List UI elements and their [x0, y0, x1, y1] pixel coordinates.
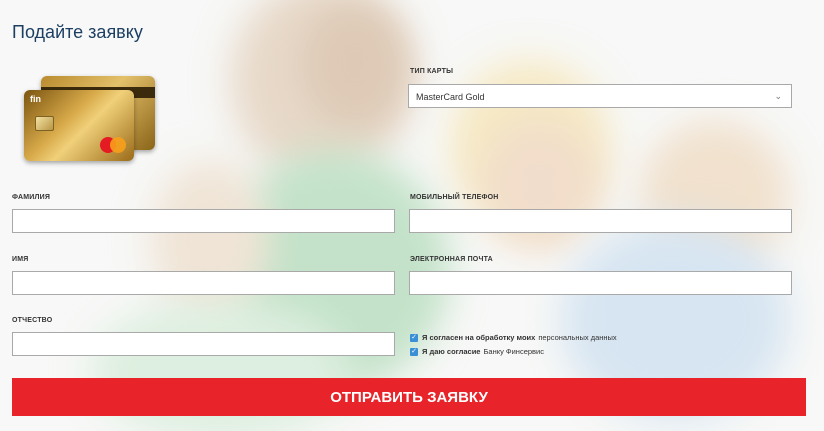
- consent2-bold: Я даю согласие: [422, 347, 481, 356]
- checkbox-checked-icon[interactable]: ✓: [410, 347, 418, 356]
- first-name-label: ИМЯ: [12, 256, 29, 263]
- card-logo: fin: [30, 94, 41, 104]
- middle-name-input[interactable]: [13, 333, 394, 355]
- chevron-down-icon: ⌄: [774, 91, 782, 101]
- phone-input[interactable]: [410, 210, 791, 232]
- consent2-text: Банку Финсервис: [483, 347, 544, 356]
- chip-icon: [35, 116, 54, 131]
- phone-label: МОБИЛЬНЫЙ ТЕЛЕФОН: [410, 194, 499, 201]
- last-name-field-wrap: [12, 209, 395, 233]
- first-name-input[interactable]: [13, 272, 394, 294]
- middle-name-label: ОТЧЕСТВО: [12, 317, 53, 324]
- submit-button[interactable]: ОТПРАВИТЬ ЗАЯВКУ: [12, 378, 806, 416]
- first-name-field-wrap: [12, 271, 395, 295]
- middle-name-field-wrap: [12, 332, 395, 356]
- consent1-bold: Я согласен на обработку моих: [422, 333, 536, 342]
- card-type-value: MasterCard Gold: [416, 92, 485, 102]
- consent-personal-data[interactable]: ✓ Я согласен на обработку моих персональ…: [410, 333, 617, 342]
- card-type-select[interactable]: MasterCard Gold ⌄: [408, 84, 792, 108]
- consent1-link[interactable]: персональных данных: [538, 333, 616, 342]
- phone-field-wrap: [409, 209, 792, 233]
- last-name-label: ФАМИЛИЯ: [12, 194, 51, 201]
- email-label: ЭЛЕКТРОННАЯ ПОЧТА: [410, 256, 493, 263]
- email-input[interactable]: [410, 272, 791, 294]
- card-front-image: fin: [24, 90, 134, 161]
- page-title: Подайте заявку: [12, 22, 143, 42]
- email-field-wrap: [409, 271, 792, 295]
- checkbox-checked-icon[interactable]: ✓: [410, 333, 418, 342]
- mastercard-icon: [100, 137, 126, 153]
- consent-bank[interactable]: ✓ Я даю согласие Банку Финсервис: [410, 347, 544, 356]
- last-name-input[interactable]: [13, 210, 394, 232]
- card-type-label: ТИП КАРТЫ: [410, 68, 454, 75]
